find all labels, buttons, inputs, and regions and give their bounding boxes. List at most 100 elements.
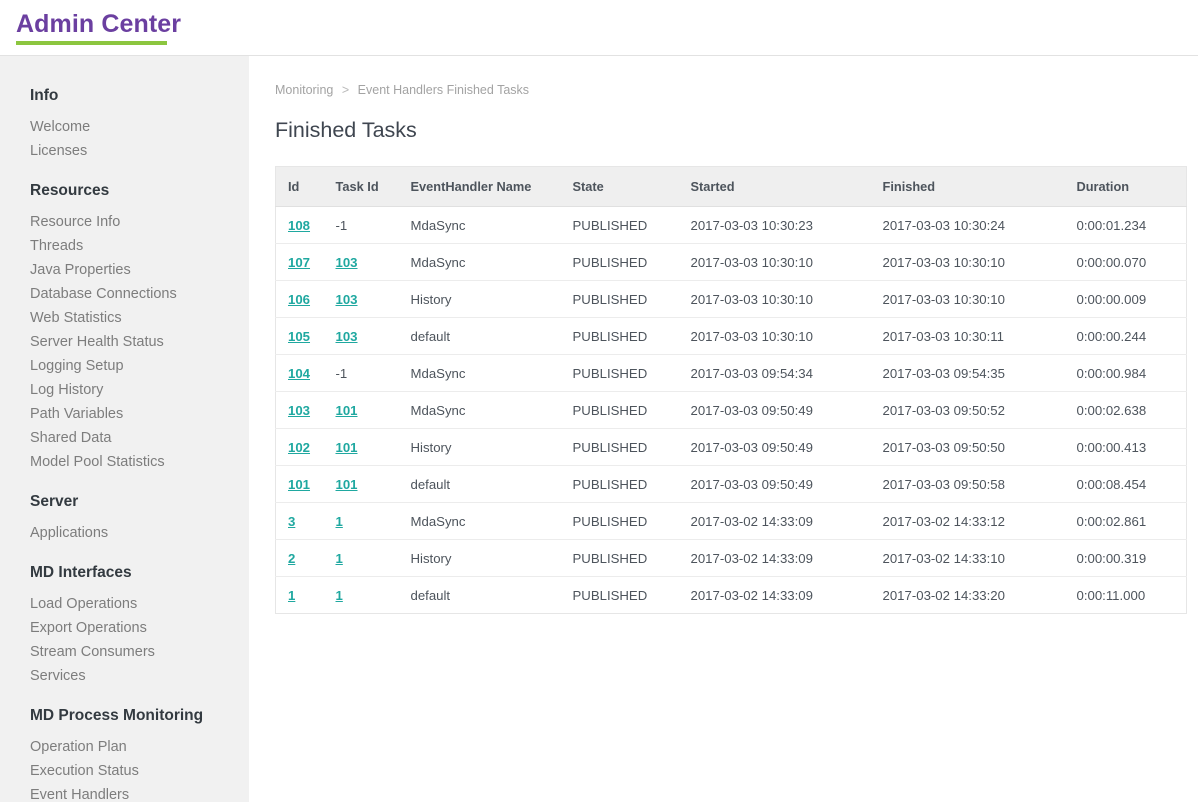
- cell-id[interactable]: 103: [276, 392, 324, 429]
- sidebar-item-event-handlers[interactable]: Event Handlers: [0, 783, 249, 802]
- cell-id[interactable]: 3: [276, 503, 324, 540]
- cell-task-id-link[interactable]: 1: [336, 588, 343, 603]
- cell-id-link[interactable]: 105: [288, 329, 310, 344]
- cell-id-link[interactable]: 103: [288, 403, 310, 418]
- sidebar-item-execution-status[interactable]: Execution Status: [0, 759, 249, 783]
- cell-task-id[interactable]: 101: [324, 429, 399, 466]
- cell-state-text: PUBLISHED: [573, 366, 648, 381]
- sidebar-item-path-variables[interactable]: Path Variables: [0, 402, 249, 426]
- column-header-task-id[interactable]: Task Id: [324, 167, 399, 207]
- cell-task-id-link[interactable]: 101: [336, 403, 358, 418]
- sidebar-item-operation-plan[interactable]: Operation Plan: [0, 735, 249, 759]
- cell-id-link[interactable]: 1: [288, 588, 295, 603]
- sidebar-item-welcome[interactable]: Welcome: [0, 115, 249, 139]
- cell-duration: 0:00:11.000: [1065, 577, 1187, 614]
- sidebar-item-model-pool-statistics[interactable]: Model Pool Statistics: [0, 450, 249, 474]
- cell-task-id[interactable]: 1: [324, 577, 399, 614]
- cell-finished: 2017-03-03 10:30:10: [871, 281, 1065, 318]
- cell-duration-text: 0:00:11.000: [1077, 588, 1146, 603]
- cell-id[interactable]: 102: [276, 429, 324, 466]
- cell-started-text: 2017-03-03 10:30:10: [691, 292, 813, 307]
- cell-started-text: 2017-03-03 09:50:49: [691, 440, 813, 455]
- cell-id-link[interactable]: 3: [288, 514, 295, 529]
- cell-id-link[interactable]: 2: [288, 551, 295, 566]
- sidebar-item-licenses[interactable]: Licenses: [0, 139, 249, 163]
- sidebar-item-applications[interactable]: Applications: [0, 521, 249, 545]
- cell-duration: 0:00:00.319: [1065, 540, 1187, 577]
- cell-started-text: 2017-03-03 10:30:10: [691, 255, 813, 270]
- cell-eventhandler-name-text: MdaSync: [411, 218, 466, 233]
- table-row: 101101defaultPUBLISHED2017-03-03 09:50:4…: [276, 466, 1187, 503]
- sidebar-item-database-connections[interactable]: Database Connections: [0, 282, 249, 306]
- cell-state-text: PUBLISHED: [573, 329, 648, 344]
- cell-id[interactable]: 101: [276, 466, 324, 503]
- sidebar-heading-resources: Resources: [0, 181, 249, 201]
- sidebar-item-stream-consumers[interactable]: Stream Consumers: [0, 640, 249, 664]
- cell-id-link[interactable]: 106: [288, 292, 310, 307]
- sidebar-item-logging-setup[interactable]: Logging Setup: [0, 354, 249, 378]
- sidebar-item-threads[interactable]: Threads: [0, 234, 249, 258]
- cell-task-id-link[interactable]: 103: [336, 292, 358, 307]
- cell-task-id-link[interactable]: 101: [336, 440, 358, 455]
- cell-id-link[interactable]: 108: [288, 218, 310, 233]
- cell-id[interactable]: 107: [276, 244, 324, 281]
- sidebar-item-web-statistics[interactable]: Web Statistics: [0, 306, 249, 330]
- cell-task-id-link[interactable]: 1: [336, 514, 343, 529]
- cell-eventhandler-name: default: [399, 466, 561, 503]
- cell-duration-text: 0:00:00.009: [1077, 292, 1147, 307]
- cell-id-link[interactable]: 101: [288, 477, 310, 492]
- cell-id[interactable]: 104: [276, 355, 324, 392]
- cell-task-id-link[interactable]: 103: [336, 255, 358, 270]
- column-header-finished[interactable]: Finished: [871, 167, 1065, 207]
- cell-duration: 0:00:00.984: [1065, 355, 1187, 392]
- cell-state: PUBLISHED: [561, 281, 679, 318]
- cell-task-id[interactable]: 1: [324, 540, 399, 577]
- cell-id-link[interactable]: 102: [288, 440, 310, 455]
- cell-eventhandler-name-text: default: [411, 588, 451, 603]
- cell-task-id[interactable]: 101: [324, 392, 399, 429]
- cell-eventhandler-name: MdaSync: [399, 503, 561, 540]
- cell-task-id[interactable]: 103: [324, 244, 399, 281]
- cell-task-id[interactable]: 103: [324, 318, 399, 355]
- cell-state: PUBLISHED: [561, 429, 679, 466]
- sidebar-item-export-operations[interactable]: Export Operations: [0, 616, 249, 640]
- cell-id[interactable]: 105: [276, 318, 324, 355]
- cell-id[interactable]: 1: [276, 577, 324, 614]
- sidebar-item-log-history[interactable]: Log History: [0, 378, 249, 402]
- cell-id[interactable]: 106: [276, 281, 324, 318]
- main-content: Monitoring > Event Handlers Finished Tas…: [249, 56, 1198, 802]
- column-header-state[interactable]: State: [561, 167, 679, 207]
- table-header: Id Task Id EventHandler Name State Start…: [276, 167, 1187, 207]
- cell-id-link[interactable]: 107: [288, 255, 310, 270]
- cell-eventhandler-name: MdaSync: [399, 207, 561, 244]
- cell-finished: 2017-03-03 09:54:35: [871, 355, 1065, 392]
- cell-id[interactable]: 2: [276, 540, 324, 577]
- cell-duration: 0:00:00.070: [1065, 244, 1187, 281]
- cell-eventhandler-name: default: [399, 577, 561, 614]
- cell-state-text: PUBLISHED: [573, 514, 648, 529]
- column-header-duration[interactable]: Duration: [1065, 167, 1187, 207]
- cell-task-id-link[interactable]: 103: [336, 329, 358, 344]
- breadcrumb-item-monitoring[interactable]: Monitoring: [275, 83, 333, 97]
- sidebar-item-java-properties[interactable]: Java Properties: [0, 258, 249, 282]
- cell-task-id[interactable]: 103: [324, 281, 399, 318]
- cell-task-id-link[interactable]: 1: [336, 551, 343, 566]
- cell-id[interactable]: 108: [276, 207, 324, 244]
- sidebar-item-resource-info[interactable]: Resource Info: [0, 210, 249, 234]
- cell-eventhandler-name: History: [399, 429, 561, 466]
- sidebar-item-services[interactable]: Services: [0, 664, 249, 688]
- sidebar-item-shared-data[interactable]: Shared Data: [0, 426, 249, 450]
- column-header-started[interactable]: Started: [679, 167, 871, 207]
- cell-duration-text: 0:00:00.319: [1077, 551, 1147, 566]
- column-header-eventhandler-name[interactable]: EventHandler Name: [399, 167, 561, 207]
- cell-task-id[interactable]: 1: [324, 503, 399, 540]
- sidebar-item-load-operations[interactable]: Load Operations: [0, 592, 249, 616]
- cell-task-id: -1: [324, 207, 399, 244]
- cell-duration: 0:00:08.454: [1065, 466, 1187, 503]
- cell-task-id-link[interactable]: 101: [336, 477, 358, 492]
- sidebar-group: ServerApplications: [0, 492, 249, 545]
- cell-task-id[interactable]: 101: [324, 466, 399, 503]
- column-header-id[interactable]: Id: [276, 167, 324, 207]
- cell-id-link[interactable]: 104: [288, 366, 310, 381]
- sidebar-item-server-health-status[interactable]: Server Health Status: [0, 330, 249, 354]
